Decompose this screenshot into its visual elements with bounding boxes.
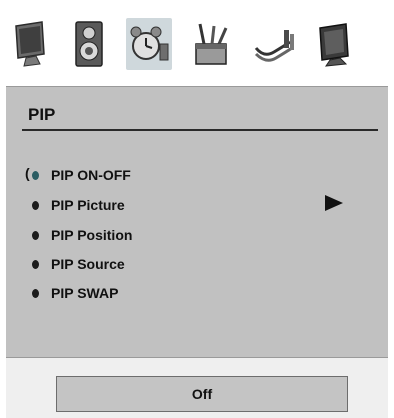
monitor-icon[interactable]	[8, 18, 54, 70]
value-bar: Off	[6, 357, 388, 418]
menu-item-pip-on-off[interactable]: ( PIP ON-OFF	[25, 165, 131, 185]
value-display[interactable]: Off	[56, 376, 348, 412]
title-divider	[22, 129, 378, 131]
toolbox-icon[interactable]	[188, 18, 234, 70]
menu-item-pip-swap[interactable]: PIP SWAP	[32, 283, 118, 303]
menu-item-label: PIP ON-OFF	[51, 167, 131, 183]
icon-toolbar	[0, 0, 394, 86]
tv-icon[interactable]	[312, 18, 358, 70]
bullet-icon	[32, 230, 39, 240]
alarm-clock-icon[interactable]	[126, 18, 172, 70]
menu-item-label: PIP Picture	[51, 197, 125, 213]
panel-title: PIP	[28, 105, 56, 124]
menu-item-pip-picture[interactable]: PIP Picture	[32, 195, 125, 215]
speaker-icon[interactable]	[66, 18, 112, 70]
value-label: Off	[191, 386, 213, 402]
bullet-icon	[32, 200, 39, 210]
pip-menu-panel: PIP ( PIP ON-OFF PIP Picture PIP Positio…	[6, 86, 388, 357]
menu-item-label: PIP SWAP	[51, 285, 119, 301]
bullet-icon	[32, 259, 39, 269]
menu-item-pip-source[interactable]: PIP Source	[32, 254, 125, 274]
menu-item-label: PIP Source	[51, 256, 125, 272]
menu-item-pip-position[interactable]: PIP Position	[32, 225, 132, 245]
bullet-icon	[32, 288, 39, 298]
cable-icon[interactable]	[250, 18, 296, 70]
selection-marker: (	[25, 165, 30, 181]
menu-item-label: PIP Position	[51, 227, 133, 243]
bullet-icon	[32, 170, 39, 180]
arrow-right-icon	[325, 195, 343, 211]
